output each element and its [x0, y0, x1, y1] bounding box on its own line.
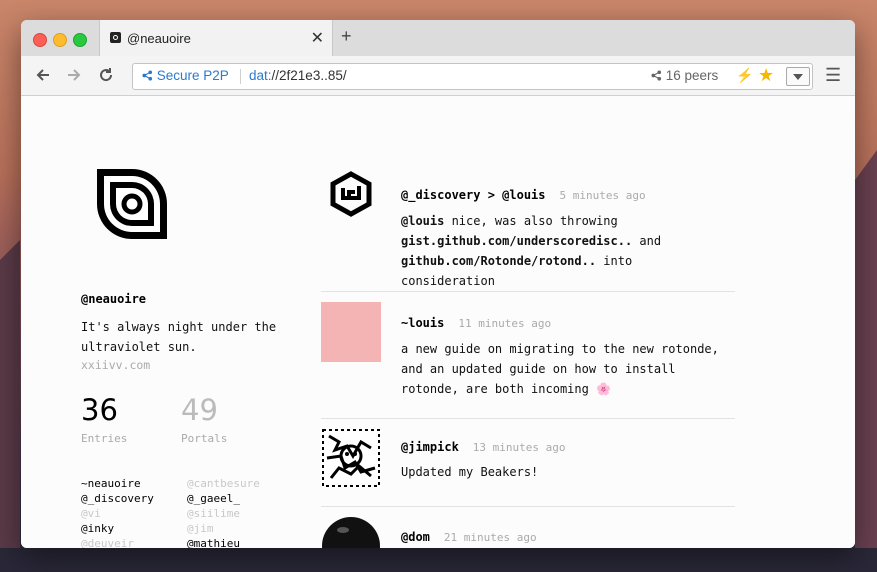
peers-share-icon	[651, 70, 662, 81]
entry-time[interactable]: 13 minutes ago	[473, 441, 566, 454]
feed-divider	[321, 291, 735, 292]
profile-logo	[97, 169, 167, 239]
maximize-window-button[interactable]	[73, 33, 87, 47]
browser-window: @neauoire ✕ + Secure P2P dat://2f21e3..8…	[21, 20, 855, 548]
feed-divider	[321, 506, 735, 507]
feed-entry: @_discovery > @louis 5 minutes ago @louis…	[321, 164, 735, 288]
portal-link[interactable]: @siilime	[187, 506, 260, 521]
url-divider	[240, 69, 241, 84]
site-menu-dropdown[interactable]	[786, 67, 810, 86]
close-window-button[interactable]	[33, 33, 47, 47]
feed-divider	[321, 418, 735, 419]
louis-avatar[interactable]	[321, 302, 381, 362]
hamburger-menu-icon[interactable]: ☰	[825, 65, 841, 86]
entry-header: @jimpick 13 minutes ago	[401, 440, 566, 454]
feed-entry: ~louis 11 minutes ago a new guide on migr…	[321, 302, 735, 412]
portal-link[interactable]: @_gaeel_	[187, 491, 260, 506]
url-text[interactable]: dat://2f21e3..85/	[249, 68, 347, 83]
entry-author[interactable]: @dom	[401, 530, 430, 544]
url-bar[interactable]: Secure P2P dat://2f21e3..85/ 16 peers ⚡ …	[132, 63, 813, 90]
favicon-icon	[110, 32, 121, 43]
minimize-window-button[interactable]	[53, 33, 67, 47]
entry-header: @_discovery > @louis 5 minutes ago	[401, 188, 646, 202]
entries-label: Entries	[81, 432, 128, 445]
url-path: //2f21e3..85/	[271, 68, 347, 83]
peers-label: 16 peers	[665, 68, 719, 83]
entry-author[interactable]: @_discovery > @louis	[401, 188, 546, 202]
new-tab-button[interactable]: +	[341, 26, 352, 47]
tab-neauoire[interactable]: @neauoire ✕	[99, 20, 333, 56]
entry-author[interactable]: ~louis	[401, 316, 444, 330]
tab-title: @neauoire	[127, 31, 191, 46]
peers-count[interactable]: 16 peers	[651, 68, 718, 83]
portal-link[interactable]: @inky	[81, 521, 154, 536]
entry-body: @louis nice, was also throwing gist.gith…	[401, 211, 721, 291]
entry-mention[interactable]: @louis	[401, 214, 444, 228]
portal-link[interactable]: @vi	[81, 506, 154, 521]
portals-list-right: @cantbesure @_gaeel_ @siilime @jim @mathieu	[187, 476, 260, 548]
feed-entry: @jimpick 13 minutes ago Updated my Beaker…	[321, 428, 735, 498]
lightning-icon[interactable]: ⚡	[736, 67, 753, 84]
entry-time[interactable]: 11 minutes ago	[458, 317, 551, 330]
entry-time[interactable]: 21 minutes ago	[444, 531, 537, 544]
rotonde-page: @neauoire It's always night under the ul…	[21, 96, 855, 548]
entries-count: 36	[81, 393, 118, 427]
entry-header: ~louis 11 minutes ago	[401, 316, 551, 330]
portal-link[interactable]: @mathieu	[187, 536, 260, 548]
portal-link[interactable]: @jim	[187, 521, 260, 536]
secure-label: Secure P2P	[156, 68, 229, 83]
entry-text-a: nice, was also throwing	[444, 214, 618, 228]
entry-header: @dom 21 minutes ago	[401, 530, 537, 544]
url-scheme: dat:	[249, 68, 272, 83]
entry-time[interactable]: 5 minutes ago	[560, 189, 646, 202]
bookmark-star-icon[interactable]: ★	[758, 65, 774, 86]
tab-bar: @neauoire ✕ +	[21, 20, 855, 57]
entry-author[interactable]: @jimpick	[401, 440, 459, 454]
dom-avatar[interactable]	[321, 516, 381, 548]
back-arrow-icon[interactable]	[35, 67, 51, 83]
jimpick-avatar[interactable]	[321, 428, 381, 488]
portals-count: 49	[181, 393, 218, 427]
portal-link[interactable]: @cantbesure	[187, 476, 260, 491]
share-icon	[142, 70, 153, 81]
portals-label: Portals	[181, 432, 228, 445]
profile-name[interactable]: @neauoire	[81, 292, 146, 306]
navigation-bar: Secure P2P dat://2f21e3..85/ 16 peers ⚡ …	[21, 56, 855, 96]
entry-body: Updated my Beakers!	[401, 465, 539, 479]
entry-link-gist[interactable]: gist.github.com/underscoredisc..	[401, 234, 632, 248]
entry-body: a new guide on migrating to the new roto…	[401, 342, 719, 396]
portal-link[interactable]: @deuveir	[81, 536, 154, 548]
forward-arrow-icon[interactable]	[66, 67, 82, 83]
portals-list-left: ~neauoire @_discovery @vi @inky @deuveir	[81, 476, 154, 548]
entry-text-b: and	[632, 234, 662, 248]
profile-site-link[interactable]: xxiivv.com	[81, 358, 150, 372]
portal-link[interactable]: @_discovery	[81, 491, 154, 506]
tab-close-icon[interactable]: ✕	[311, 28, 324, 48]
secure-p2p-indicator[interactable]: Secure P2P	[142, 68, 229, 83]
entry-link-github[interactable]: github.com/Rotonde/rotond..	[401, 254, 596, 268]
discovery-avatar[interactable]	[321, 164, 381, 224]
profile-bio: It's always night under the ultraviolet …	[81, 320, 277, 354]
feed-entry: @dom 21 minutes ago	[321, 516, 735, 548]
reload-icon[interactable]	[98, 67, 114, 83]
portal-link[interactable]: ~neauoire	[81, 476, 154, 491]
